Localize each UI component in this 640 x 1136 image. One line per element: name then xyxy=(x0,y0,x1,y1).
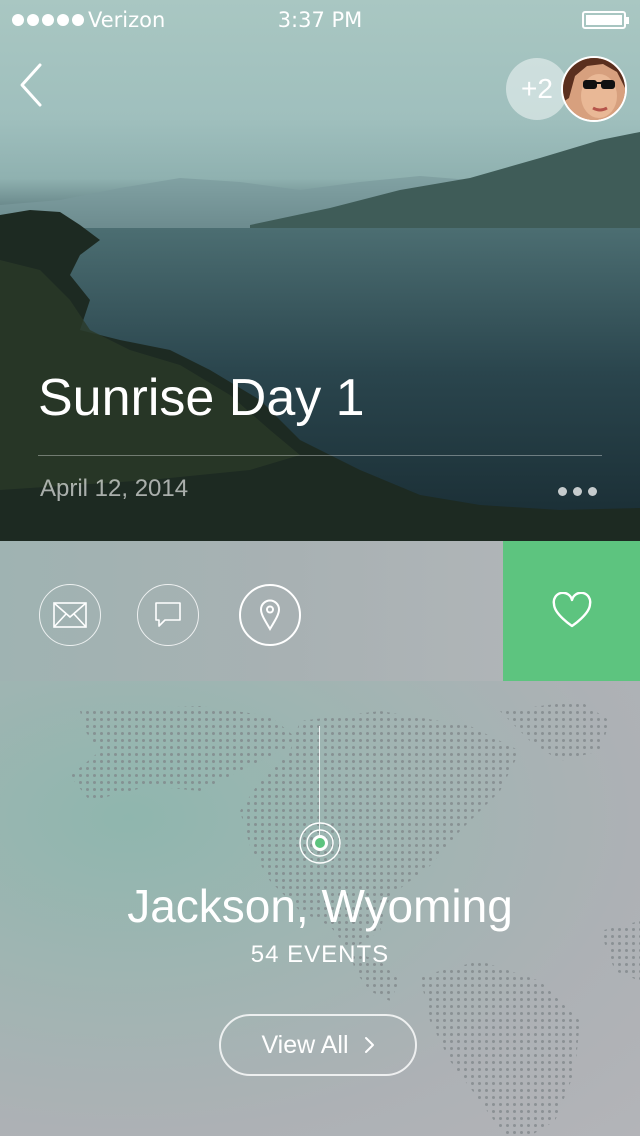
more-dot-icon xyxy=(588,487,597,496)
title-divider xyxy=(38,455,602,456)
chevron-left-icon xyxy=(20,63,42,107)
battery-icon xyxy=(582,11,629,29)
location-button[interactable] xyxy=(239,584,301,646)
post-date: April 12, 2014 xyxy=(40,475,189,502)
more-options-button[interactable] xyxy=(558,487,597,496)
view-all-label: View All xyxy=(261,1030,349,1059)
action-bar xyxy=(0,541,640,681)
back-button[interactable] xyxy=(14,60,54,110)
status-bar: Verizon 3:37 PM xyxy=(0,0,640,40)
events-count: 54 EVENTS xyxy=(250,941,390,968)
map-pin-icon[interactable] xyxy=(297,820,343,866)
location-pin-icon xyxy=(259,599,281,631)
location-name: Jackson, Wyoming xyxy=(127,880,513,932)
more-dot-icon xyxy=(573,487,582,496)
user-photo xyxy=(563,58,625,120)
comment-icon xyxy=(155,602,181,627)
avatar[interactable] xyxy=(561,56,627,122)
extra-participants-badge[interactable]: +2 xyxy=(506,58,568,120)
like-button[interactable] xyxy=(503,541,640,681)
location-map: Jackson, Wyoming 54 EVENTS View All xyxy=(0,681,640,1136)
comment-button[interactable] xyxy=(137,584,199,646)
mail-icon xyxy=(53,602,87,628)
post-title: Sunrise Day 1 xyxy=(38,369,365,427)
more-dot-icon xyxy=(558,487,567,496)
mail-button[interactable] xyxy=(39,584,101,646)
view-all-button[interactable]: View All xyxy=(219,1014,417,1076)
hero-image: Verizon 3:37 PM +2 Sunrise Day 1 April 1… xyxy=(0,0,640,541)
heart-icon xyxy=(552,592,591,628)
chevron-right-icon xyxy=(364,1037,374,1053)
status-time: 3:37 PM xyxy=(277,8,363,32)
